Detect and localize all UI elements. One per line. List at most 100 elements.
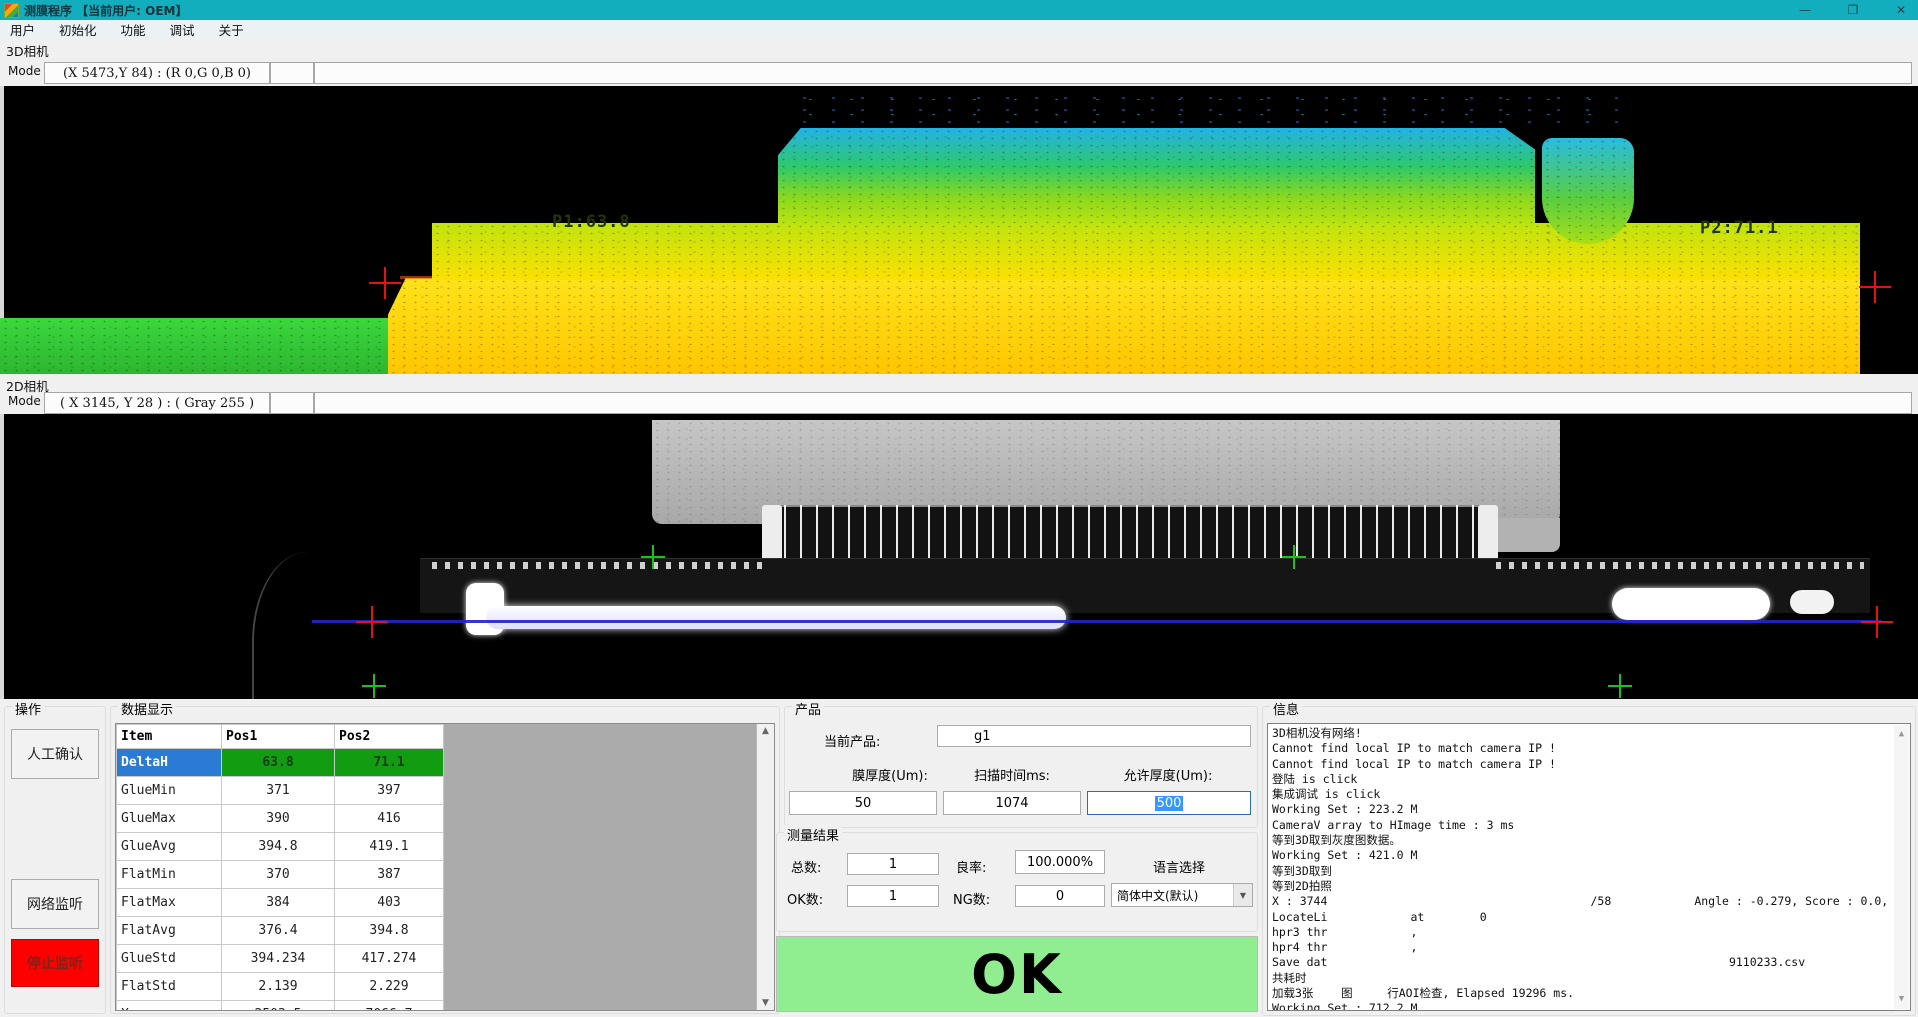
ng-count-field[interactable]: 0 (1015, 885, 1105, 907)
col-item[interactable]: Item (117, 725, 222, 749)
camera3d-status-seg3 (314, 62, 1912, 84)
minimize-button[interactable]: — (1794, 3, 1816, 17)
scroll-up-icon[interactable]: ▲ (1894, 727, 1909, 742)
language-select[interactable]: 简体中文(默认) ▼ (1111, 883, 1253, 907)
table-cell[interactable]: 403 (335, 889, 444, 917)
data-display-title: 数据显示 (118, 699, 176, 718)
camera2d-viewport[interactable] (0, 414, 1918, 699)
table-cell[interactable]: 384 (222, 889, 335, 917)
table-cell[interactable]: 394.234 (222, 945, 335, 973)
log-line: Working Set : 223.2 M (1272, 802, 1892, 817)
table-cell[interactable]: DeltaH (117, 749, 222, 777)
table-row[interactable]: FlatStd2.1392.229 (117, 973, 444, 1001)
table-row[interactable]: GlueAvg394.8419.1 (117, 833, 444, 861)
data-display-group: 数据显示 Item Pos1 Pos2 DeltaH63.871.1GlueMi… (110, 706, 780, 1014)
log-line: 等到2D拍照 (1272, 879, 1892, 894)
product-group: 产品 当前产品: g1 膜厚度(Um): 扫描时间ms: 允许厚度(Um): 5… (784, 706, 1258, 828)
table-cell[interactable]: 2503.5 (222, 1001, 335, 1012)
allow-thickness-label: 允许厚度(Um): (1085, 765, 1251, 784)
total-field[interactable]: 1 (847, 853, 939, 875)
table-row[interactable]: GlueStd394.234417.274 (117, 945, 444, 973)
table-row[interactable]: GlueMax390416 (117, 805, 444, 833)
scroll-down-icon[interactable]: ▼ (1894, 992, 1909, 1007)
yield-field[interactable]: 100.000% (1015, 850, 1105, 874)
annotation-p2: P2:71.1 (1700, 218, 1779, 238)
table-cell[interactable]: GlueAvg (117, 833, 222, 861)
scroll-up-icon[interactable]: ▲ (757, 726, 774, 736)
menu-item-user[interactable]: 用户 (10, 20, 35, 39)
annotation-p1: P1:63.8 (552, 212, 631, 232)
log-line: Save dat 9110233.csv (1272, 955, 1892, 970)
table-row[interactable]: FlatMax384403 (117, 889, 444, 917)
log-line: hpr4 thr , (1272, 940, 1892, 955)
film-thickness-field[interactable]: 50 (789, 791, 937, 815)
table-cell[interactable]: 376.4 (222, 917, 335, 945)
result-banner: OK (776, 936, 1258, 1012)
log-line: 等到3D取到灰度图数据。 (1272, 833, 1892, 848)
log-line: 集成调试 is click (1272, 787, 1892, 802)
table-row[interactable]: FlatAvg376.4394.8 (117, 917, 444, 945)
table-cell[interactable]: 370 (222, 861, 335, 889)
col-pos1[interactable]: Pos1 (222, 725, 335, 749)
camera2d-label: 2D相机 (6, 376, 49, 395)
ok-count-field[interactable]: 1 (847, 885, 939, 907)
info-group: 信息 ▲ ▼ 3D相机没有网络!Cannot find local IP to … (1262, 706, 1916, 1016)
log-line: hpr3 thr , (1272, 925, 1892, 940)
table-cell[interactable]: FlatMax (117, 889, 222, 917)
table-cell[interactable]: FlatAvg (117, 917, 222, 945)
table-row[interactable]: DeltaH63.871.1 (117, 749, 444, 777)
log-line: 加载3张 图 行AOI检查, Elapsed 19296 ms. (1272, 986, 1892, 1001)
result-banner-text: OK (971, 943, 1063, 1006)
maximize-button[interactable]: ❐ (1842, 3, 1864, 17)
table-row[interactable]: GlueMin371397 (117, 777, 444, 805)
table-cell[interactable]: 71.1 (335, 749, 444, 777)
camera3d-viewport[interactable]: P1:63.8 P2:71.1 (0, 86, 1918, 374)
table-cell[interactable]: FlatMin (117, 861, 222, 889)
table-cell[interactable]: 416 (335, 805, 444, 833)
table-cell[interactable]: 63.8 (222, 749, 335, 777)
network-listen-button[interactable]: 网络监听 (11, 879, 99, 929)
stop-listen-button[interactable]: 停止监听 (11, 939, 99, 987)
listview-scrollbar[interactable]: ▲ ▼ (756, 724, 774, 1010)
table-cell[interactable]: 394.8 (222, 833, 335, 861)
table-cell[interactable]: 2.139 (222, 973, 335, 1001)
table-cell[interactable]: 397 (335, 777, 444, 805)
log-line: 登陆 is click (1272, 772, 1892, 787)
table-cell[interactable]: 2.229 (335, 973, 444, 1001)
current-product-field[interactable]: g1 (937, 725, 1251, 747)
menu-item-init[interactable]: 初始化 (59, 20, 97, 39)
allow-thickness-field[interactable]: 500 (1087, 791, 1251, 815)
close-button[interactable]: ✕ (1890, 3, 1912, 17)
manual-confirm-button[interactable]: 人工确认 (11, 729, 99, 779)
table-cell[interactable]: 390 (222, 805, 335, 833)
menu-item-function[interactable]: 功能 (121, 20, 146, 39)
table-cell[interactable]: GlueStd (117, 945, 222, 973)
table-row[interactable]: FlatMin370387 (117, 861, 444, 889)
table-cell[interactable]: 7066.7 (335, 1001, 444, 1012)
glue-bead (486, 606, 1066, 629)
scan-time-field[interactable]: 1074 (943, 791, 1081, 815)
table-cell[interactable]: GlueMin (117, 777, 222, 805)
menu-item-debug[interactable]: 调试 (170, 20, 195, 39)
camera2d-status-seg2 (270, 392, 314, 414)
scroll-down-icon[interactable]: ▼ (757, 998, 774, 1008)
table-cell[interactable]: 387 (335, 861, 444, 889)
table-cell[interactable]: 417.274 (335, 945, 444, 973)
col-pos2[interactable]: Pos2 (335, 725, 444, 749)
log-line: Cannot find local IP to match camera IP … (1272, 741, 1892, 756)
info-log[interactable]: ▲ ▼ 3D相机没有网络!Cannot find local IP to mat… (1267, 723, 1911, 1011)
table-cell[interactable]: GlueMax (117, 805, 222, 833)
menu-bar: 用户 初始化 功能 调试 关于 (0, 20, 1918, 39)
menu-item-about[interactable]: 关于 (219, 20, 244, 39)
table-cell[interactable]: X (117, 1001, 222, 1012)
table-cell[interactable]: 371 (222, 777, 335, 805)
table-cell[interactable]: FlatStd (117, 973, 222, 1001)
data-display-listview[interactable]: Item Pos1 Pos2 DeltaH63.871.1GlueMin3713… (115, 723, 775, 1011)
table-cell[interactable]: 394.8 (335, 917, 444, 945)
measurement-group: 测量结果 总数: 1 良率: 100.000% 语言选择 OK数: 1 NG数:… (776, 832, 1258, 932)
log-scrollbar[interactable]: ▲ ▼ (1894, 725, 1909, 1009)
chevron-down-icon: ▼ (1233, 884, 1252, 906)
product-title: 产品 (792, 699, 824, 718)
table-row[interactable]: X2503.57066.7 (117, 1001, 444, 1012)
table-cell[interactable]: 419.1 (335, 833, 444, 861)
